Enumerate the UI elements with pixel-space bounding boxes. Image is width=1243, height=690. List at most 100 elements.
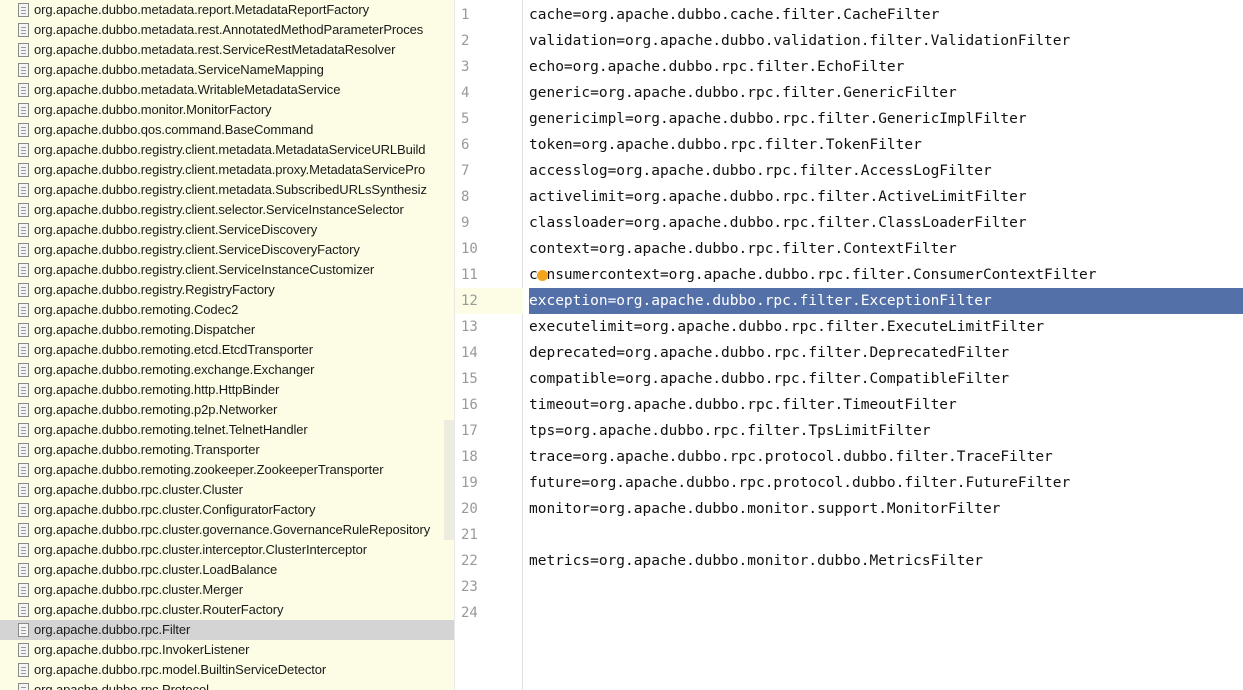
code-line[interactable]: trace=org.apache.dubbo.rpc.protocol.dubb…: [529, 444, 1243, 470]
file-icon: [18, 283, 29, 297]
file-tree-item[interactable]: org.apache.dubbo.registry.client.selecto…: [0, 200, 454, 220]
file-tree-item[interactable]: org.apache.dubbo.metadata.ServiceNameMap…: [0, 60, 454, 80]
code-line[interactable]: future=org.apache.dubbo.rpc.protocol.dub…: [529, 470, 1243, 496]
file-tree-item[interactable]: org.apache.dubbo.registry.client.metadat…: [0, 140, 454, 160]
file-tree-item[interactable]: org.apache.dubbo.registry.client.Service…: [0, 220, 454, 240]
file-tree-item[interactable]: org.apache.dubbo.registry.client.Service…: [0, 260, 454, 280]
file-tree-item-label: org.apache.dubbo.rpc.cluster.Configurato…: [34, 502, 316, 517]
file-tree-item[interactable]: org.apache.dubbo.rpc.cluster.LoadBalance: [0, 560, 454, 580]
code-line[interactable]: activelimit=org.apache.dubbo.rpc.filter.…: [529, 184, 1243, 210]
file-tree-scrollbar[interactable]: [444, 420, 454, 540]
code-line[interactable]: classloader=org.apache.dubbo.rpc.filter.…: [529, 210, 1243, 236]
file-tree-item-label: org.apache.dubbo.remoting.telnet.TelnetH…: [34, 422, 308, 437]
file-tree-item-label: org.apache.dubbo.metadata.ServiceNameMap…: [34, 62, 324, 77]
file-icon: [18, 503, 29, 517]
file-tree-item[interactable]: org.apache.dubbo.rpc.Filter: [0, 620, 454, 640]
line-number: 18: [461, 449, 478, 465]
file-tree-item-label: org.apache.dubbo.monitor.MonitorFactory: [34, 102, 272, 117]
file-icon: [18, 483, 29, 497]
code-line[interactable]: generic=org.apache.dubbo.rpc.filter.Gene…: [529, 80, 1243, 106]
file-tree-item[interactable]: org.apache.dubbo.remoting.Dispatcher: [0, 320, 454, 340]
project-file-tree: org.apache.dubbo.metadata.report.Metadat…: [0, 0, 455, 690]
line-number: 15: [461, 371, 478, 387]
file-tree-item-label: org.apache.dubbo.remoting.exchange.Excha…: [34, 362, 315, 377]
line-number: 17: [461, 423, 478, 439]
line-number: 3: [461, 59, 470, 75]
code-line[interactable]: timeout=org.apache.dubbo.rpc.filter.Time…: [529, 392, 1243, 418]
code-line[interactable]: consumercontext=org.apache.dubbo.rpc.fil…: [529, 262, 1243, 288]
file-tree-item[interactable]: org.apache.dubbo.remoting.Codec2: [0, 300, 454, 320]
file-icon: [18, 663, 29, 677]
file-tree-item[interactable]: org.apache.dubbo.rpc.Protocol: [0, 680, 454, 690]
file-tree-item[interactable]: org.apache.dubbo.rpc.cluster.Cluster: [0, 480, 454, 500]
file-icon: [18, 583, 29, 597]
file-icon: [18, 223, 29, 237]
line-number: 9: [461, 215, 470, 231]
line-number-gutter[interactable]: 1 2 3 4 5 6 7 8 9 10 11 12 13 14 15 16 17 18 19 20 21 22 23 24: [455, 0, 523, 690]
file-tree-item[interactable]: org.apache.dubbo.rpc.cluster.Merger: [0, 580, 454, 600]
file-tree-item[interactable]: org.apache.dubbo.rpc.cluster.RouterFacto…: [0, 600, 454, 620]
code-line[interactable]: [529, 574, 1243, 600]
file-icon: [18, 383, 29, 397]
file-tree-item[interactable]: org.apache.dubbo.monitor.MonitorFactory: [0, 100, 454, 120]
code-line[interactable]: [529, 522, 1243, 548]
file-tree-item-label: org.apache.dubbo.remoting.zookeeper.Zook…: [34, 462, 384, 477]
code-line[interactable]: echo=org.apache.dubbo.rpc.filter.EchoFil…: [529, 54, 1243, 80]
file-tree-item-label: org.apache.dubbo.remoting.Dispatcher: [34, 322, 256, 337]
file-tree-item[interactable]: org.apache.dubbo.metadata.rest.ServiceRe…: [0, 40, 454, 60]
file-tree-item[interactable]: org.apache.dubbo.remoting.Transporter: [0, 440, 454, 460]
file-tree-item[interactable]: org.apache.dubbo.rpc.InvokerListener: [0, 640, 454, 660]
line-number: 16: [461, 397, 478, 413]
code-line[interactable]: executelimit=org.apache.dubbo.rpc.filter…: [529, 314, 1243, 340]
file-tree-item[interactable]: org.apache.dubbo.remoting.exchange.Excha…: [0, 360, 454, 380]
file-tree-item[interactable]: org.apache.dubbo.registry.RegistryFactor…: [0, 280, 454, 300]
line-number: 11: [461, 267, 478, 283]
file-tree-item[interactable]: org.apache.dubbo.metadata.report.Metadat…: [0, 0, 454, 20]
file-tree-item[interactable]: org.apache.dubbo.remoting.etcd.EtcdTrans…: [0, 340, 454, 360]
file-tree-item[interactable]: org.apache.dubbo.registry.client.Service…: [0, 240, 454, 260]
file-tree-item[interactable]: org.apache.dubbo.remoting.http.HttpBinde…: [0, 380, 454, 400]
file-tree-item-label: org.apache.dubbo.rpc.cluster.governance.…: [34, 522, 431, 537]
code-line[interactable]: deprecated=org.apache.dubbo.rpc.filter.D…: [529, 340, 1243, 366]
code-line[interactable]: token=org.apache.dubbo.rpc.filter.TokenF…: [529, 132, 1243, 158]
file-tree-item[interactable]: org.apache.dubbo.remoting.telnet.TelnetH…: [0, 420, 454, 440]
file-tree-item-label: org.apache.dubbo.registry.client.selecto…: [34, 202, 404, 217]
file-icon: [18, 543, 29, 557]
line-number: 20: [461, 501, 478, 517]
code-line[interactable]: metrics=org.apache.dubbo.monitor.dubbo.M…: [529, 548, 1243, 574]
file-icon: [18, 343, 29, 357]
code-line[interactable]: genericimpl=org.apache.dubbo.rpc.filter.…: [529, 106, 1243, 132]
file-tree-item-label: org.apache.dubbo.registry.RegistryFactor…: [34, 282, 275, 297]
code-line[interactable]: [529, 600, 1243, 626]
file-tree-item[interactable]: org.apache.dubbo.qos.command.BaseCommand: [0, 120, 454, 140]
file-tree-item[interactable]: org.apache.dubbo.registry.client.metadat…: [0, 160, 454, 180]
line-number: 21: [461, 527, 478, 543]
code-editor[interactable]: cache=org.apache.dubbo.cache.filter.Cach…: [523, 0, 1243, 690]
code-line[interactable]: accesslog=org.apache.dubbo.rpc.filter.Ac…: [529, 158, 1243, 184]
code-line[interactable]: validation=org.apache.dubbo.validation.f…: [529, 28, 1243, 54]
file-icon: [18, 263, 29, 277]
code-line[interactable]: monitor=org.apache.dubbo.monitor.support…: [529, 496, 1243, 522]
file-tree-item[interactable]: org.apache.dubbo.metadata.rest.Annotated…: [0, 20, 454, 40]
bulb-icon[interactable]: [537, 270, 548, 281]
file-tree-item-label: org.apache.dubbo.metadata.report.Metadat…: [34, 2, 369, 17]
line-number: 14: [461, 345, 478, 361]
file-tree-item[interactable]: org.apache.dubbo.metadata.WritableMetada…: [0, 80, 454, 100]
file-icon: [18, 43, 29, 57]
line-number: 4: [461, 85, 470, 101]
file-tree-item[interactable]: org.apache.dubbo.registry.client.metadat…: [0, 180, 454, 200]
file-tree-item[interactable]: org.apache.dubbo.rpc.model.BuiltinServic…: [0, 660, 454, 680]
code-line[interactable]: tps=org.apache.dubbo.rpc.filter.TpsLimit…: [529, 418, 1243, 444]
file-tree-item[interactable]: org.apache.dubbo.rpc.cluster.Configurato…: [0, 500, 454, 520]
code-line[interactable]: compatible=org.apache.dubbo.rpc.filter.C…: [529, 366, 1243, 392]
file-tree-item[interactable]: org.apache.dubbo.rpc.cluster.interceptor…: [0, 540, 454, 560]
file-tree-item-label: org.apache.dubbo.registry.client.Service…: [34, 262, 375, 277]
code-line[interactable]: cache=org.apache.dubbo.cache.filter.Cach…: [529, 2, 1243, 28]
line-number: 2: [461, 33, 470, 49]
code-line[interactable]: context=org.apache.dubbo.rpc.filter.Cont…: [529, 236, 1243, 262]
file-tree-item[interactable]: org.apache.dubbo.remoting.zookeeper.Zook…: [0, 460, 454, 480]
file-icon: [18, 203, 29, 217]
file-tree-item[interactable]: org.apache.dubbo.rpc.cluster.governance.…: [0, 520, 454, 540]
code-line-selected[interactable]: exception=org.apache.dubbo.rpc.filter.Ex…: [529, 288, 1243, 314]
file-tree-item[interactable]: org.apache.dubbo.remoting.p2p.Networker: [0, 400, 454, 420]
